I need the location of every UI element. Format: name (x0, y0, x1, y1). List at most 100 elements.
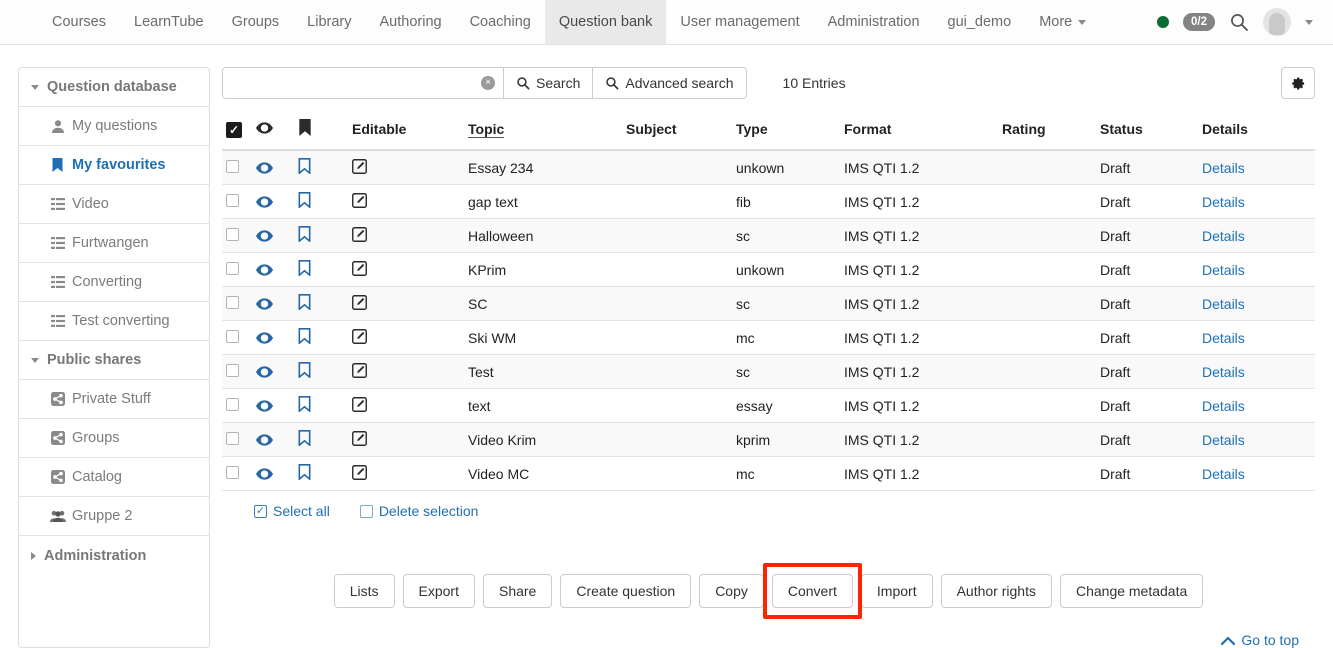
row-edit-button[interactable] (348, 287, 464, 321)
header-topic[interactable]: Topic (464, 113, 622, 150)
header-editable[interactable]: Editable (348, 113, 464, 150)
row-details-link[interactable]: Details (1202, 432, 1245, 448)
sidebar-group-public-shares[interactable]: Public shares (19, 341, 209, 380)
sidebar-item-catalog[interactable]: Catalog (19, 458, 209, 497)
row-preview-button[interactable] (252, 321, 294, 355)
row-preview-button[interactable] (252, 150, 294, 185)
nav-item-learntube[interactable]: LearnTube (120, 0, 218, 44)
delete-selection-link[interactable]: Delete selection (360, 503, 479, 519)
row-select-cell[interactable] (222, 321, 252, 355)
clear-search-icon[interactable]: × (481, 76, 495, 90)
row-details-cell[interactable]: Details (1198, 219, 1315, 253)
row-select-cell[interactable] (222, 355, 252, 389)
sidebar-item-furtwangen[interactable]: Furtwangen (19, 224, 209, 263)
row-details-link[interactable]: Details (1202, 364, 1245, 380)
search-button[interactable]: Search (503, 68, 592, 98)
row-details-link[interactable]: Details (1202, 228, 1245, 244)
row-details-link[interactable]: Details (1202, 296, 1245, 312)
row-preview-button[interactable] (252, 287, 294, 321)
row-edit-button[interactable] (348, 389, 464, 423)
row-details-cell[interactable]: Details (1198, 287, 1315, 321)
row-select-cell[interactable] (222, 253, 252, 287)
row-select-cell[interactable] (222, 185, 252, 219)
row-details-cell[interactable]: Details (1198, 457, 1315, 491)
row-select-cell[interactable] (222, 287, 252, 321)
row-edit-button[interactable] (348, 253, 464, 287)
nav-item-coaching[interactable]: Coaching (456, 0, 545, 44)
row-edit-button[interactable] (348, 355, 464, 389)
sidebar-item-gruppe-2[interactable]: Gruppe 2 (19, 497, 209, 536)
row-preview-button[interactable] (252, 219, 294, 253)
row-bookmark-button[interactable] (294, 457, 348, 491)
row-details-link[interactable]: Details (1202, 398, 1245, 414)
export-button[interactable]: Export (403, 574, 475, 608)
row-bookmark-button[interactable] (294, 355, 348, 389)
sidebar-group-administration[interactable]: Administration (19, 536, 209, 575)
row-details-link[interactable]: Details (1202, 194, 1245, 210)
row-checkbox[interactable] (226, 364, 239, 377)
row-bookmark-button[interactable] (294, 150, 348, 185)
row-bookmark-button[interactable] (294, 423, 348, 457)
header-select-all[interactable]: ✓ (222, 113, 252, 150)
row-edit-button[interactable] (348, 457, 464, 491)
row-details-cell[interactable]: Details (1198, 150, 1315, 185)
import-button[interactable]: Import (861, 574, 933, 608)
header-rating[interactable]: Rating (998, 113, 1096, 150)
header-type[interactable]: Type (732, 113, 840, 150)
row-bookmark-button[interactable] (294, 389, 348, 423)
nav-item-question-bank[interactable]: Question bank (545, 0, 667, 44)
change-metadata-button[interactable]: Change metadata (1060, 574, 1203, 608)
row-edit-button[interactable] (348, 219, 464, 253)
row-select-cell[interactable] (222, 219, 252, 253)
nav-item-administration[interactable]: Administration (814, 0, 934, 44)
row-details-cell[interactable]: Details (1198, 253, 1315, 287)
sidebar-item-converting[interactable]: Converting (19, 263, 209, 302)
row-checkbox[interactable] (226, 432, 239, 445)
header-details[interactable]: Details (1198, 113, 1315, 150)
advanced-search-button[interactable]: Advanced search (592, 68, 745, 98)
nav-item-courses[interactable]: Courses (38, 0, 120, 44)
copy-button[interactable]: Copy (699, 574, 764, 608)
row-details-cell[interactable]: Details (1198, 321, 1315, 355)
row-details-link[interactable]: Details (1202, 160, 1245, 176)
row-bookmark-button[interactable] (294, 321, 348, 355)
row-details-cell[interactable]: Details (1198, 389, 1315, 423)
sidebar-item-groups[interactable]: Groups (19, 419, 209, 458)
row-bookmark-button[interactable] (294, 219, 348, 253)
row-checkbox[interactable] (226, 228, 239, 241)
row-preview-button[interactable] (252, 457, 294, 491)
sidebar-item-video[interactable]: Video (19, 185, 209, 224)
sidebar-item-test-converting[interactable]: Test converting (19, 302, 209, 341)
row-details-link[interactable]: Details (1202, 262, 1245, 278)
nav-item-library[interactable]: Library (293, 0, 365, 44)
convert-button[interactable]: Convert (772, 574, 853, 608)
lists-button[interactable]: Lists (334, 574, 395, 608)
row-details-link[interactable]: Details (1202, 330, 1245, 346)
row-select-cell[interactable] (222, 389, 252, 423)
row-checkbox[interactable] (226, 296, 239, 309)
row-select-cell[interactable] (222, 423, 252, 457)
nav-item-more[interactable]: More (1025, 0, 1100, 44)
row-preview-button[interactable] (252, 185, 294, 219)
nav-item-gui-demo[interactable]: gui_demo (934, 0, 1026, 44)
nav-item-user-management[interactable]: User management (666, 0, 813, 44)
header-format[interactable]: Format (840, 113, 998, 150)
avatar[interactable] (1263, 8, 1291, 36)
row-checkbox[interactable] (226, 160, 239, 173)
row-details-cell[interactable]: Details (1198, 355, 1315, 389)
delete-selection-checkbox-icon[interactable] (360, 505, 373, 518)
create-question-button[interactable]: Create question (560, 574, 691, 608)
row-checkbox[interactable] (226, 466, 239, 479)
row-preview-button[interactable] (252, 355, 294, 389)
select-all-link[interactable]: ✓ Select all (254, 503, 330, 519)
row-details-cell[interactable]: Details (1198, 423, 1315, 457)
row-edit-button[interactable] (348, 185, 464, 219)
sidebar-item-my-favourites[interactable]: My favourites (19, 146, 209, 185)
chevron-down-icon[interactable] (1305, 20, 1313, 25)
nav-item-groups[interactable]: Groups (218, 0, 294, 44)
row-edit-button[interactable] (348, 423, 464, 457)
row-checkbox[interactable] (226, 262, 239, 275)
header-subject[interactable]: Subject (622, 113, 732, 150)
row-details-link[interactable]: Details (1202, 466, 1245, 482)
row-select-cell[interactable] (222, 457, 252, 491)
